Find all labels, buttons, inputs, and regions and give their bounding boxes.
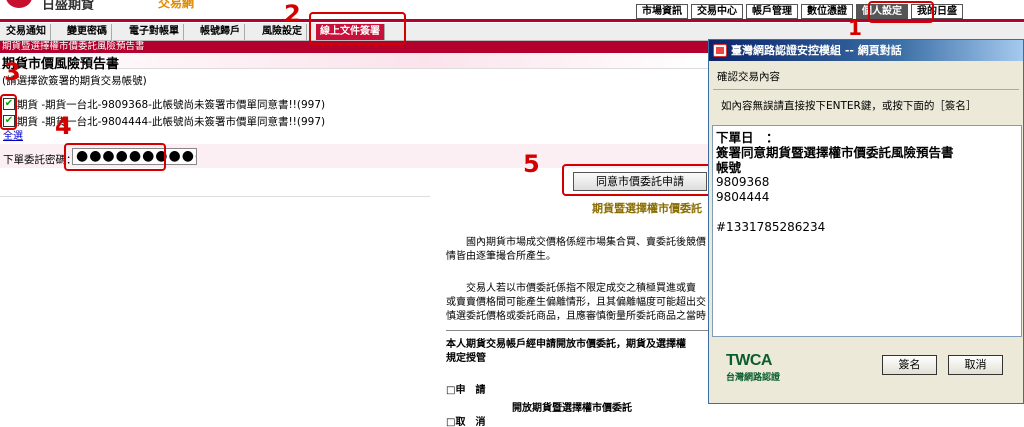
- annotation-number-1: 1: [848, 16, 862, 40]
- sign-button[interactable]: 簽名: [882, 355, 937, 375]
- twca-logo-subtitle: 台灣網路認證: [726, 373, 781, 383]
- document-text: 規定授管: [446, 353, 486, 364]
- annotation-box-4: [64, 143, 166, 171]
- document-text: 國內期貨市場成交價格係經市場集合買、賣委託後競價: [466, 237, 706, 248]
- tab-trade-notification[interactable]: 交易通知: [2, 24, 51, 40]
- dialog-footer: TWCA 台灣網路認證 簽名 取消: [712, 340, 1022, 402]
- tab-change-password[interactable]: 變更密碼: [63, 24, 112, 40]
- top-nav-digital-certificate[interactable]: 數位憑證: [801, 4, 853, 19]
- order-day-label: 下單日 ：: [716, 130, 779, 145]
- cancel-button[interactable]: 取消: [948, 355, 1003, 375]
- account-label: 期貨 -期貨一台北-9809368-此帳號尚未簽署市價單同意書!!(997): [17, 98, 326, 111]
- account-number: 9804444: [716, 190, 770, 204]
- document-text: 本人期貨交易帳戶經申請開放市價委託，期貨及選擇權: [446, 339, 686, 350]
- dialog-instruction: 如內容無誤請直接按下ENTER鍵，或按下面的［簽名］: [721, 100, 977, 112]
- apply-option[interactable]: □申 請: [446, 384, 708, 398]
- tab-account-consolidation[interactable]: 帳號歸戶: [196, 24, 245, 40]
- dialog-divider: [713, 89, 1019, 90]
- top-nav-market-info[interactable]: 市場資訊: [636, 4, 688, 19]
- annotation-box-5: [562, 164, 712, 196]
- account-label: 帳號: [716, 160, 742, 175]
- signature-dialog: 臺灣網路認證安控模組 -- 網頁對話 確認交易內容 如內容無誤請直接按下ENTE…: [708, 39, 1024, 404]
- account-row[interactable]: ✔ 期貨 -期貨一台北-9809368-此帳號尚未簽署市價單同意書!!(997): [3, 96, 325, 112]
- brand-logo: 日盛期貨 交易網: [0, 0, 240, 10]
- dialog-section-label: 確認交易內容: [717, 71, 780, 83]
- annotation-number-3: 3: [4, 58, 21, 86]
- document-text: 慎選委託價格或委託商品，且應審慎衡量所委託商品之當時: [446, 311, 706, 322]
- annotation-box-3: [0, 94, 17, 130]
- annotation-box-1: [868, 1, 934, 23]
- annotation-number-5: 5: [523, 150, 540, 178]
- transaction-code: #1331785286234: [716, 220, 826, 234]
- brand-name: 日盛期貨: [42, 0, 95, 10]
- brand-mark-icon: [6, 0, 32, 8]
- content-heading: 簽署同意期貨暨選擇權市價委託風險預告書: [716, 145, 954, 160]
- annotation-box-2: [309, 12, 406, 45]
- document-text: 開放期貨暨選擇權市價委託: [512, 403, 632, 414]
- top-nav-trading-center[interactable]: 交易中心: [691, 4, 743, 19]
- twca-logo-text: TWCA: [726, 352, 772, 369]
- tab-e-statement[interactable]: 電子對帳單: [125, 24, 184, 40]
- annotation-number-2: 2: [284, 0, 301, 28]
- document-divider: [446, 330, 708, 331]
- dialog-window-icon: [713, 44, 727, 57]
- twca-logo: TWCA 台灣網路認證: [726, 352, 794, 383]
- document-title: 期貨暨選擇權市價委託: [592, 202, 702, 215]
- document-frame-left: [0, 196, 430, 427]
- account-row[interactable]: ✔ 期貨 -期貨一台北-9804444-此帳號尚未簽署市價單同意書!!(997): [3, 113, 325, 129]
- top-nav-account-management[interactable]: 帳戶管理: [746, 4, 798, 19]
- document-text: 或賣賣價格間可能產生偏離情形，且其偏離幅度可能超出交: [446, 297, 706, 308]
- page-header: 期貨市價風險預告書: [0, 53, 708, 72]
- document-text: 交易人若以市價委託係指不限定成交之積極買進或賣: [466, 283, 696, 294]
- dialog-title: 臺灣網路認證安控模組 -- 網頁對話: [709, 40, 1023, 61]
- brand-subtitle: 交易網: [158, 0, 195, 10]
- document-text: 情皆由逐筆撮合所產生。: [446, 251, 556, 262]
- cancel-option[interactable]: □取 消: [446, 416, 708, 427]
- select-account-hint: (請選擇欲簽署的期貨交易帳號): [2, 75, 147, 87]
- dialog-content-box: 下單日 ： 簽署同意期貨暨選擇權市價委託風險預告書 帳號 9809368 980…: [712, 125, 1022, 337]
- annotation-number-4: 4: [55, 112, 72, 140]
- account-number: 9809368: [716, 175, 770, 189]
